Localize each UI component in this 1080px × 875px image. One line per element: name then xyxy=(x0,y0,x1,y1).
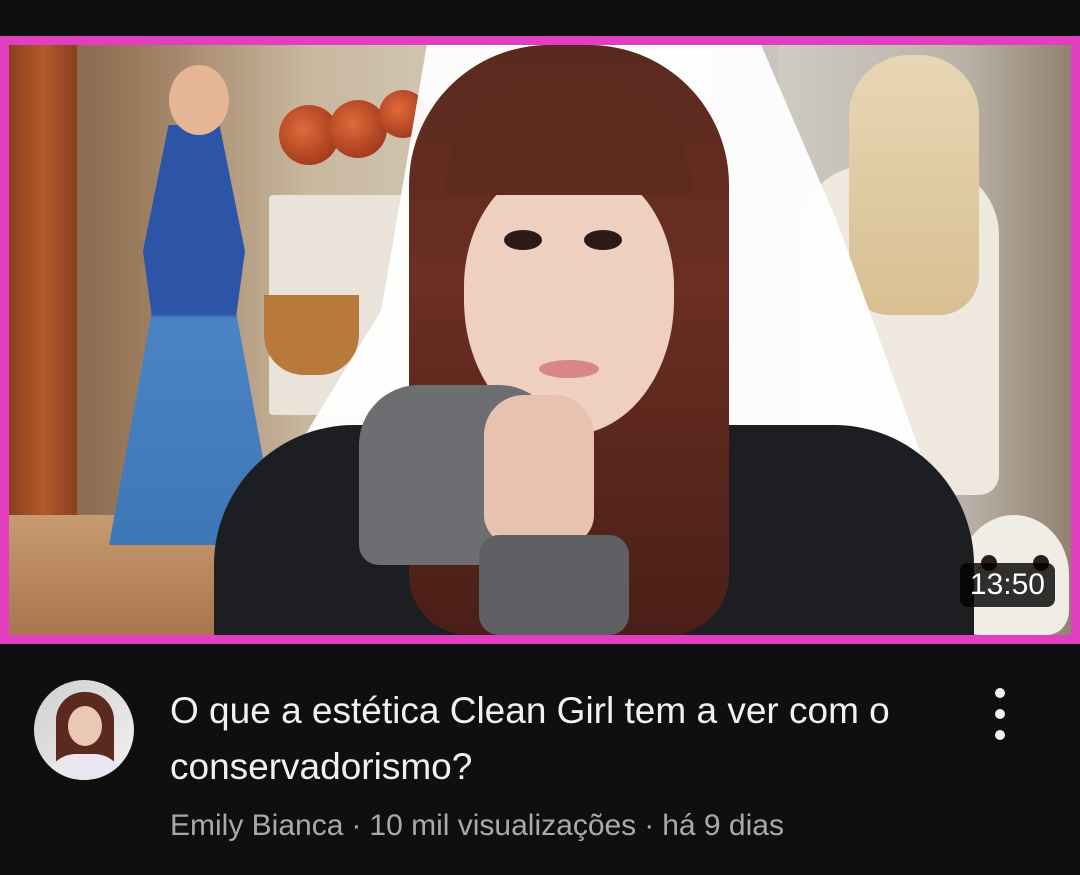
meta-separator: · xyxy=(644,809,655,842)
thumbnail-center-person xyxy=(214,45,974,635)
more-options-button[interactable] xyxy=(978,684,1022,744)
video-thumbnail[interactable]: 13:50 xyxy=(0,36,1080,644)
thumbnail-image xyxy=(0,36,1080,644)
video-duration-badge: 13:50 xyxy=(959,563,1055,607)
video-metadata: Emily Bianca · 10 mil visualizações · há 9 d… xyxy=(170,804,970,848)
channel-avatar[interactable] xyxy=(34,680,134,780)
upload-age: há 9 dias xyxy=(662,809,784,842)
channel-name[interactable]: Emily Bianca xyxy=(170,809,343,842)
more-vert-icon xyxy=(995,688,1005,698)
video-title[interactable]: O que a estética Clean Girl tem a ver co… xyxy=(170,683,930,795)
meta-separator: · xyxy=(351,809,362,842)
view-count: 10 mil visualizações xyxy=(369,809,637,842)
